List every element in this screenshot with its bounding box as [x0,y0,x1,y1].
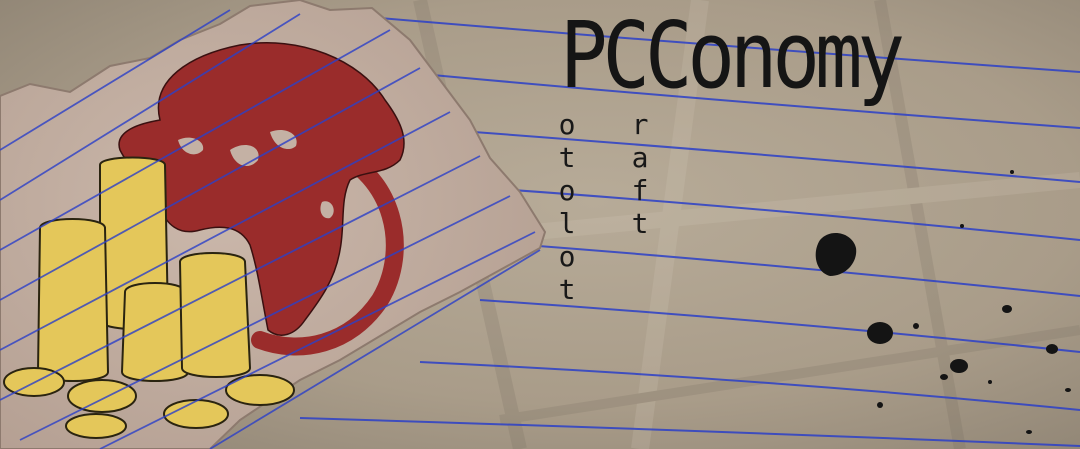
vertical-letter: t [558,141,576,174]
banner-artwork [0,0,1080,449]
vertical-letter: o [558,174,576,207]
logo-title: PCConomy [560,2,905,109]
vertical-letter: t [631,207,649,240]
vertical-word-raft: raft [625,108,655,240]
vertical-letter: f [631,174,649,207]
banner: PCConomy otolot raft [0,0,1080,449]
vertical-letter: o [558,108,576,141]
vertical-letter: l [558,207,576,240]
vertical-letter: a [631,141,649,174]
vertical-letter: o [558,240,576,273]
vertical-word-otolot: otolot [552,108,582,306]
vertical-letter: t [558,273,576,306]
vertical-letter: r [631,108,649,141]
